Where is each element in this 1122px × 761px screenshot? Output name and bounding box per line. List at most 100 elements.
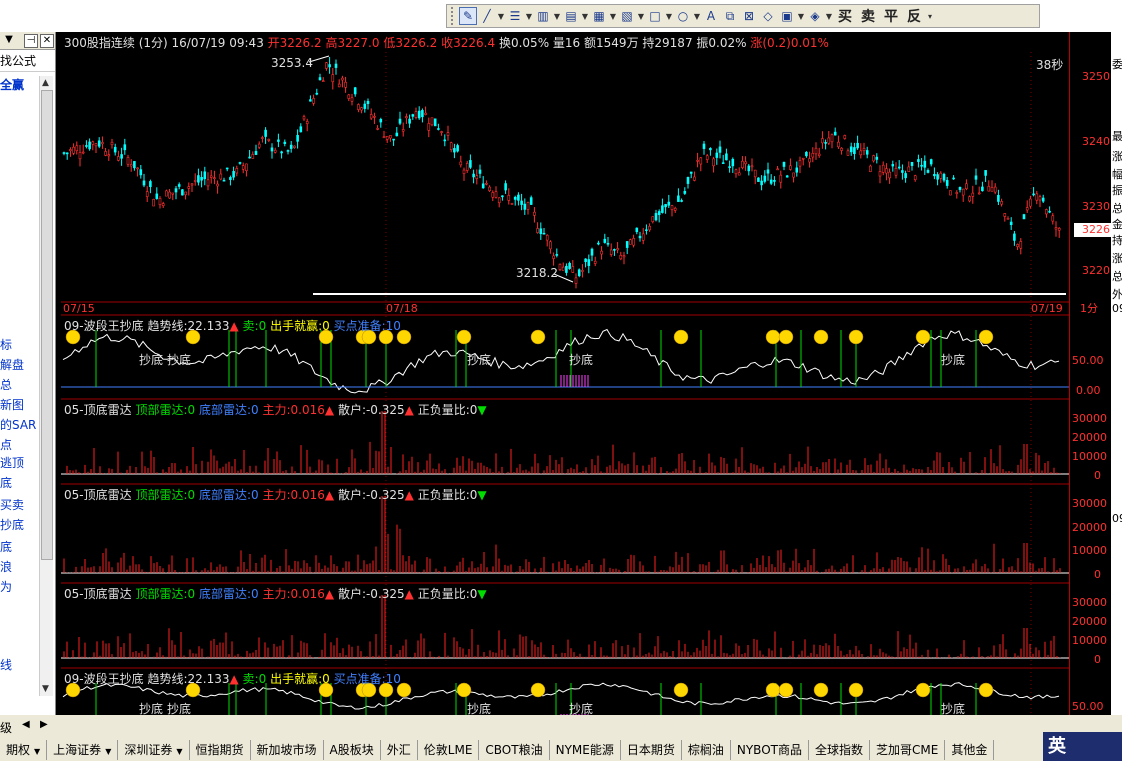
line-tool-icon[interactable]: ╱ [478,7,496,25]
price-scale[interactable]: 3250 3240 3230 3220 3226 1分 50.00 0.00 3… [1069,32,1112,715]
formula-item[interactable]: 抄底 [0,516,24,533]
candle-body [69,149,72,152]
collapse-icon[interactable]: ▼ [2,34,16,48]
channel-tool-icon[interactable]: ☰ [506,7,524,25]
scroll-right-icon[interactable]: ▶ [40,719,48,730]
indicator-tick: 20000 [1072,615,1107,628]
copy-tool-icon[interactable]: ⧉ [721,7,739,25]
chevron-down-icon[interactable]: ▼ [105,747,111,756]
indicator-title[interactable]: 09-波段王抄底 [64,319,144,333]
formula-item[interactable]: 逃顶 [0,454,24,471]
scroll-down-icon[interactable]: ▼ [42,684,49,694]
cycle-tool-icon[interactable]: ▧ [618,7,636,25]
candle-body [830,134,834,143]
rect-tool-icon[interactable]: □ [646,7,664,25]
gann-tool-icon[interactable]: ▦ [590,7,608,25]
chevron-down-icon[interactable]: ▼ [825,7,833,25]
close-position-button[interactable]: 平 [880,7,902,25]
tab-market[interactable]: 芝加哥CME [870,740,946,760]
tab-market[interactable]: CBOT粮油 [479,740,550,760]
ime-indicator[interactable]: 英 [1043,732,1122,761]
chart-canvas[interactable] [61,32,1069,715]
tab-market[interactable]: 棕榈油 [682,740,731,760]
find-formula-title[interactable]: 找公式 [0,50,55,72]
erase-tool-icon[interactable]: ⊠ [740,7,758,25]
layer-tool-icon[interactable]: ◈ [806,7,824,25]
tab-market[interactable]: 其他金 [945,740,995,760]
formula-item[interactable]: 底 [0,538,12,555]
ellipse-tool-icon[interactable]: ○ [674,7,692,25]
scroll-up-icon[interactable]: ▲ [42,78,49,88]
formula-item[interactable]: 的SAR [0,416,36,433]
formula-item[interactable]: 为 [0,578,12,595]
tab-market[interactable]: NYME能源 [550,740,621,760]
tab-market[interactable]: 深圳证券 ▼ [118,740,190,760]
period-label[interactable]: 1分 [1080,300,1098,316]
candle-body [718,146,722,153]
select-tool-icon[interactable]: ✎ [459,7,477,25]
color-tool-icon[interactable]: ▣ [778,7,796,25]
sell-button[interactable]: 卖 [857,7,879,25]
candle-body [568,262,571,269]
tab-market[interactable]: 上海证券 ▼ [47,740,119,760]
chevron-down-icon[interactable]: ▼ [497,7,505,25]
chevron-down-icon[interactable]: ▾ [926,7,934,25]
tab-market[interactable]: 新加坡市场 [251,740,324,760]
text-tool-icon[interactable]: A [702,7,720,25]
formula-item[interactable]: 线 [0,656,12,673]
amplitude: 振0.02% [696,36,747,50]
formula-item[interactable]: 新图 [0,396,24,413]
indicator-title[interactable]: 05-顶底雷达 [64,587,132,601]
formula-item[interactable]: 点 [0,436,12,453]
chevron-down-icon[interactable]: ▼ [797,7,805,25]
chevron-down-icon[interactable]: ▼ [665,7,673,25]
formula-item[interactable]: 浪 [0,558,12,575]
chevron-down-icon[interactable]: ▼ [176,747,182,756]
tab-market[interactable]: 伦敦LME [418,740,480,760]
candle-body [1035,193,1039,201]
reverse-button[interactable]: 反 [903,7,925,25]
formula-item[interactable]: 买卖 [0,496,24,513]
hide-tool-icon[interactable]: ◇ [759,7,777,25]
formula-item[interactable]: 标 [0,336,12,353]
chevron-down-icon[interactable]: ▼ [693,7,701,25]
buy-button[interactable]: 买 [834,7,856,25]
scroll-thumb[interactable] [41,90,53,560]
scroll-left-icon[interactable]: ◀ [22,719,30,730]
candle-body [337,83,341,88]
chevron-down-icon[interactable]: ▼ [553,7,561,25]
tab-market[interactable]: 全球指数 [809,740,870,760]
indicator-title[interactable]: 05-顶底雷达 [64,488,132,502]
tab-market[interactable]: 外汇 [381,740,418,760]
tab-market[interactable]: A股板块 [324,740,381,760]
candle-body [222,179,226,182]
tab-market[interactable]: 恒指期货 [190,740,251,760]
horizontal-scrollbar[interactable]: 级 ◀ ▶ [0,715,1122,739]
chevron-down-icon[interactable]: ▼ [34,747,40,756]
pin-icon[interactable]: ⊣ [24,33,38,48]
candle-body [254,151,258,155]
panel-scrollbar[interactable]: ▲ ▼ [39,76,53,696]
chart-area[interactable]: 300股指连续 (1分) 16/07/19 09:43 开3226.2 高322… [61,32,1069,716]
chevron-down-icon[interactable]: ▼ [581,7,589,25]
tab-market[interactable]: 日本期货 [621,740,682,760]
formula-item[interactable]: 全赢 [0,76,24,93]
tab-market[interactable]: NYBOT商品 [731,740,809,760]
candle-body [673,207,677,211]
chevron-down-icon[interactable]: ▼ [525,7,533,25]
indicator-title[interactable]: 05-顶底雷达 [64,403,132,417]
tab-market[interactable]: 期权 ▼ [0,740,48,760]
chevron-down-icon[interactable]: ▼ [609,7,617,25]
bar-tool-icon[interactable]: ▥ [534,7,552,25]
formula-item[interactable]: 总 [0,376,12,393]
close-icon[interactable]: ✕ [40,33,54,48]
chevron-down-icon[interactable]: ▼ [637,7,645,25]
candle-body [638,235,642,239]
toolbar-grip[interactable] [451,7,455,25]
candle-body [456,145,459,152]
fib-tool-icon[interactable]: ▤ [562,7,580,25]
indicator-title[interactable]: 09-波段王抄底 [64,672,144,686]
candle-body [977,192,981,195]
formula-item[interactable]: 底 [0,474,12,491]
formula-item[interactable]: 解盘 [0,356,24,373]
